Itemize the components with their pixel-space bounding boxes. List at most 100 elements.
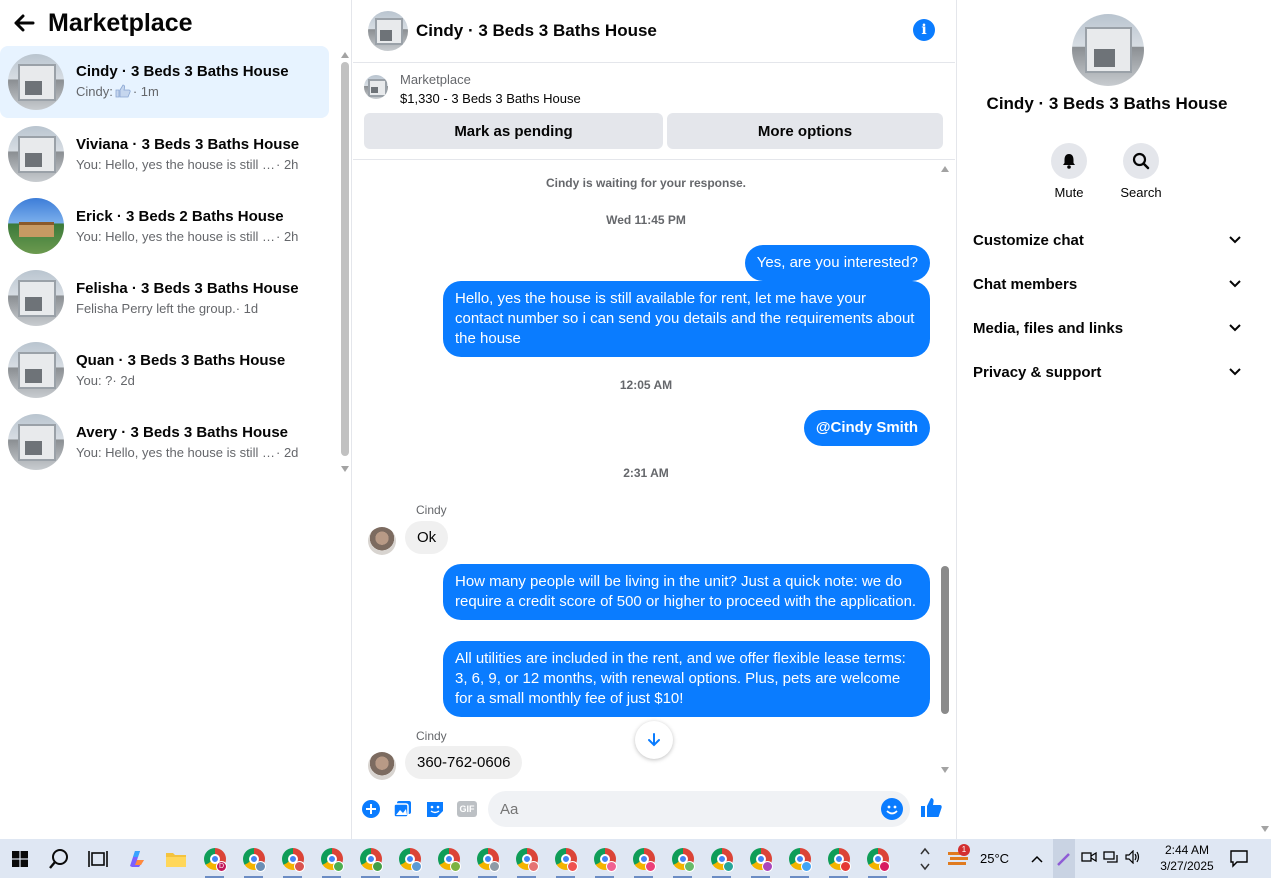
volume-icon[interactable] [1125,849,1141,867]
sender-avatar[interactable] [368,527,396,555]
chrome-icon[interactable] [585,839,624,878]
chrome-icon[interactable] [546,839,585,878]
page-title: Marketplace [48,8,193,37]
customize-chat-section[interactable]: Customize chat [965,218,1249,262]
scroll-up-icon[interactable] [341,52,349,58]
chat-title[interactable]: Cindy · 3 Beds 3 Baths House [416,21,657,41]
more-options-button[interactable]: More options [667,113,943,149]
gif-label: GIF [457,801,477,817]
house-icon [8,54,64,110]
meet-now-icon[interactable] [1081,850,1097,867]
thumbs-up-send-icon[interactable] [919,796,945,822]
sticker-icon[interactable] [422,796,448,822]
clock-date: 3/27/2025 [1160,859,1214,873]
gif-icon[interactable]: GIF [454,796,480,822]
chrome-icon[interactable] [390,839,429,878]
conversation-item[interactable]: Quan · 3 Beds 3 Baths House You: ? · 2d [0,334,329,406]
sender-name: Cindy [416,729,447,743]
scroll-up-icon[interactable] [941,166,949,172]
scrollbar-thumb[interactable] [341,62,349,456]
listing-price[interactable]: $1,330 - 3 Beds 3 Baths House [400,91,581,106]
notification-icon[interactable] [1229,848,1249,873]
chevron-down-icon [1229,368,1241,376]
conversation-time: · 2d [112,373,135,388]
chrome-icon[interactable] [741,839,780,878]
network-icon[interactable] [1103,850,1119,867]
photo-icon[interactable] [390,796,416,822]
chrome-icon[interactable] [273,839,312,878]
search-icon [1123,143,1159,179]
conversation-time: · 2d [276,445,299,460]
chrome-icon[interactable] [702,839,741,878]
conversation-item[interactable]: Viviana · 3 Beds 3 Baths House You: Hell… [0,118,329,190]
copilot-icon[interactable] [117,839,156,878]
scroll-down-icon[interactable] [941,767,949,773]
scrollbar-thumb[interactable] [941,566,949,714]
mute-button[interactable]: Mute [1039,143,1099,200]
message-bubble-outgoing[interactable]: Yes, are you interested? [744,245,930,281]
chrome-icon[interactable] [468,839,507,878]
scroll-down-icon[interactable] [341,466,349,472]
search-button[interactable]: Search [1111,143,1171,200]
chat-avatar[interactable] [368,11,408,51]
message-bubble-outgoing[interactable]: How many people will be living in the un… [443,564,930,620]
message-bubble-outgoing[interactable]: All utilities are included in the rent, … [443,641,930,717]
task-view-icon[interactable] [78,839,117,878]
conversation-snippet: You: ? [76,373,113,388]
sender-name: Cindy [416,503,447,517]
timestamp: 2:31 AM [623,466,669,480]
conversation-item[interactable]: Cindy · 3 Beds 3 Baths House Cindy: · 1m [0,46,329,118]
pen-tray-icon[interactable] [1053,839,1076,878]
conversation-item[interactable]: Erick · 3 Beds 2 Baths House You: Hello,… [0,190,329,262]
message-bubble-incoming[interactable]: Ok [405,521,449,554]
waiting-notice: Cindy is waiting for your response. [545,176,747,190]
chrome-icon[interactable] [429,839,468,878]
conversation-snippet: You: Hello, yes the house is still avai.… [76,157,276,172]
message-bubble-incoming[interactable]: 360-762-0606 [405,746,523,779]
chrome-icon[interactable] [312,839,351,878]
conversation-snippet: You: Hello, yes the house is still avai.… [76,229,276,244]
page-scroll-down-icon[interactable] [1261,826,1269,832]
taskbar-search-icon[interactable] [39,839,78,878]
sender-avatar[interactable] [368,752,396,780]
message-bubble-mention[interactable]: @Cindy Smith [803,410,930,446]
windows-start-icon[interactable] [0,839,39,878]
chrome-icon[interactable]: D [195,839,234,878]
chrome-icon[interactable] [234,839,273,878]
file-explorer-icon[interactable] [156,839,195,878]
privacy-support-section[interactable]: Privacy & support [965,350,1249,394]
chrome-icon[interactable] [624,839,663,878]
message-scrollbar[interactable] [940,161,950,776]
listing-thumbnail[interactable] [364,75,388,99]
mark-pending-button[interactable]: Mark as pending [364,113,663,149]
taskbar-scroll-arrows-icon[interactable] [918,847,932,871]
profile-avatar[interactable] [1072,14,1144,86]
chrome-icon[interactable] [858,839,897,878]
system-clock[interactable]: 2:44 AM 3/27/2025 [1158,842,1216,874]
chrome-icon[interactable] [663,839,702,878]
conversation-item[interactable]: Avery · 3 Beds 3 Baths House You: Hello,… [0,406,329,478]
arrow-down-icon [648,733,660,747]
info-icon[interactable]: i [913,19,935,41]
message-input[interactable] [488,791,910,827]
house-icon [8,342,64,398]
scroll-to-bottom-button[interactable] [635,721,673,759]
chrome-icon[interactable] [351,839,390,878]
message-thread: Cindy is waiting for your response. Wed … [353,161,955,781]
message-bubble-outgoing[interactable]: Hello, yes the house is still available … [443,281,930,357]
chat-members-section[interactable]: Chat members [965,262,1249,306]
conversation-name: Felisha · 3 Beds 3 Baths House [76,280,299,297]
add-icon[interactable] [358,796,384,822]
chrome-icon[interactable] [819,839,858,878]
chrome-icon[interactable] [507,839,546,878]
thumbs-up-icon [115,84,131,101]
media-files-links-section[interactable]: Media, files and links [965,306,1249,350]
show-hidden-icons-icon[interactable] [1031,851,1043,866]
weather-icon[interactable]: 1 [946,843,972,870]
chrome-icon[interactable] [780,839,819,878]
section-label: Customize chat [973,231,1084,249]
emoji-icon[interactable] [881,798,903,820]
conversation-scrollbar[interactable] [340,48,350,472]
back-arrow-icon[interactable] [4,3,44,43]
conversation-item[interactable]: Felisha · 3 Beds 3 Baths House Felisha P… [0,262,329,334]
